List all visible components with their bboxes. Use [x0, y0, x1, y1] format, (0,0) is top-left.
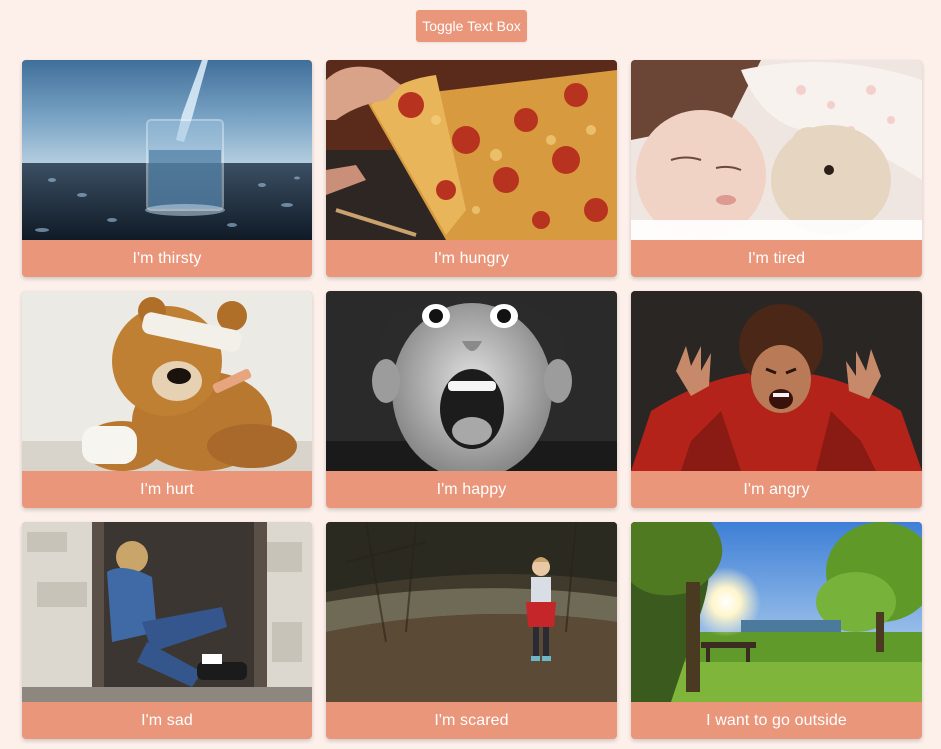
sunny-park-photo [631, 522, 922, 702]
child-in-forest-photo [326, 522, 617, 702]
card-label: I'm hurt [140, 480, 194, 498]
sleeping-child-photo [631, 60, 922, 240]
card-label: I'm happy [436, 480, 507, 498]
glass-of-water-photo [22, 60, 312, 240]
card-label: I'm tired [747, 249, 806, 267]
bandaged-teddy-bear-photo [22, 291, 312, 471]
card-hurt[interactable]: I'm hurt [22, 291, 312, 508]
card-thirsty[interactable]: I'm thirsty [22, 60, 312, 277]
card-label: I'm hungry [433, 249, 510, 267]
card-tired[interactable]: I'm tired [631, 60, 922, 277]
toggle-text-box-button[interactable]: Toggle Text Box [416, 10, 527, 42]
pizza-slice-photo [326, 60, 617, 240]
card-label: I'm angry [743, 480, 810, 498]
card-happy[interactable]: I'm happy [326, 291, 617, 508]
card-label: I'm thirsty [132, 249, 202, 267]
feelings-grid: I'm thirsty I'm hungry I'm tired I'm hur… [22, 60, 922, 739]
card-label: I'm sad [141, 711, 193, 729]
excited-boy-photo [326, 291, 617, 471]
page: Toggle Text Box I'm thirsty I'm hungry I… [0, 0, 941, 749]
card-label: I want to go outside [706, 711, 847, 729]
angry-child-photo [631, 291, 922, 471]
sad-girl-doorway-photo [22, 522, 312, 702]
card-angry[interactable]: I'm angry [631, 291, 922, 508]
card-sad[interactable]: I'm sad [22, 522, 312, 739]
card-scared[interactable]: I'm scared [326, 522, 617, 739]
card-label: I'm scared [434, 711, 509, 729]
card-hungry[interactable]: I'm hungry [326, 60, 617, 277]
card-go-outside[interactable]: I want to go outside [631, 522, 922, 739]
